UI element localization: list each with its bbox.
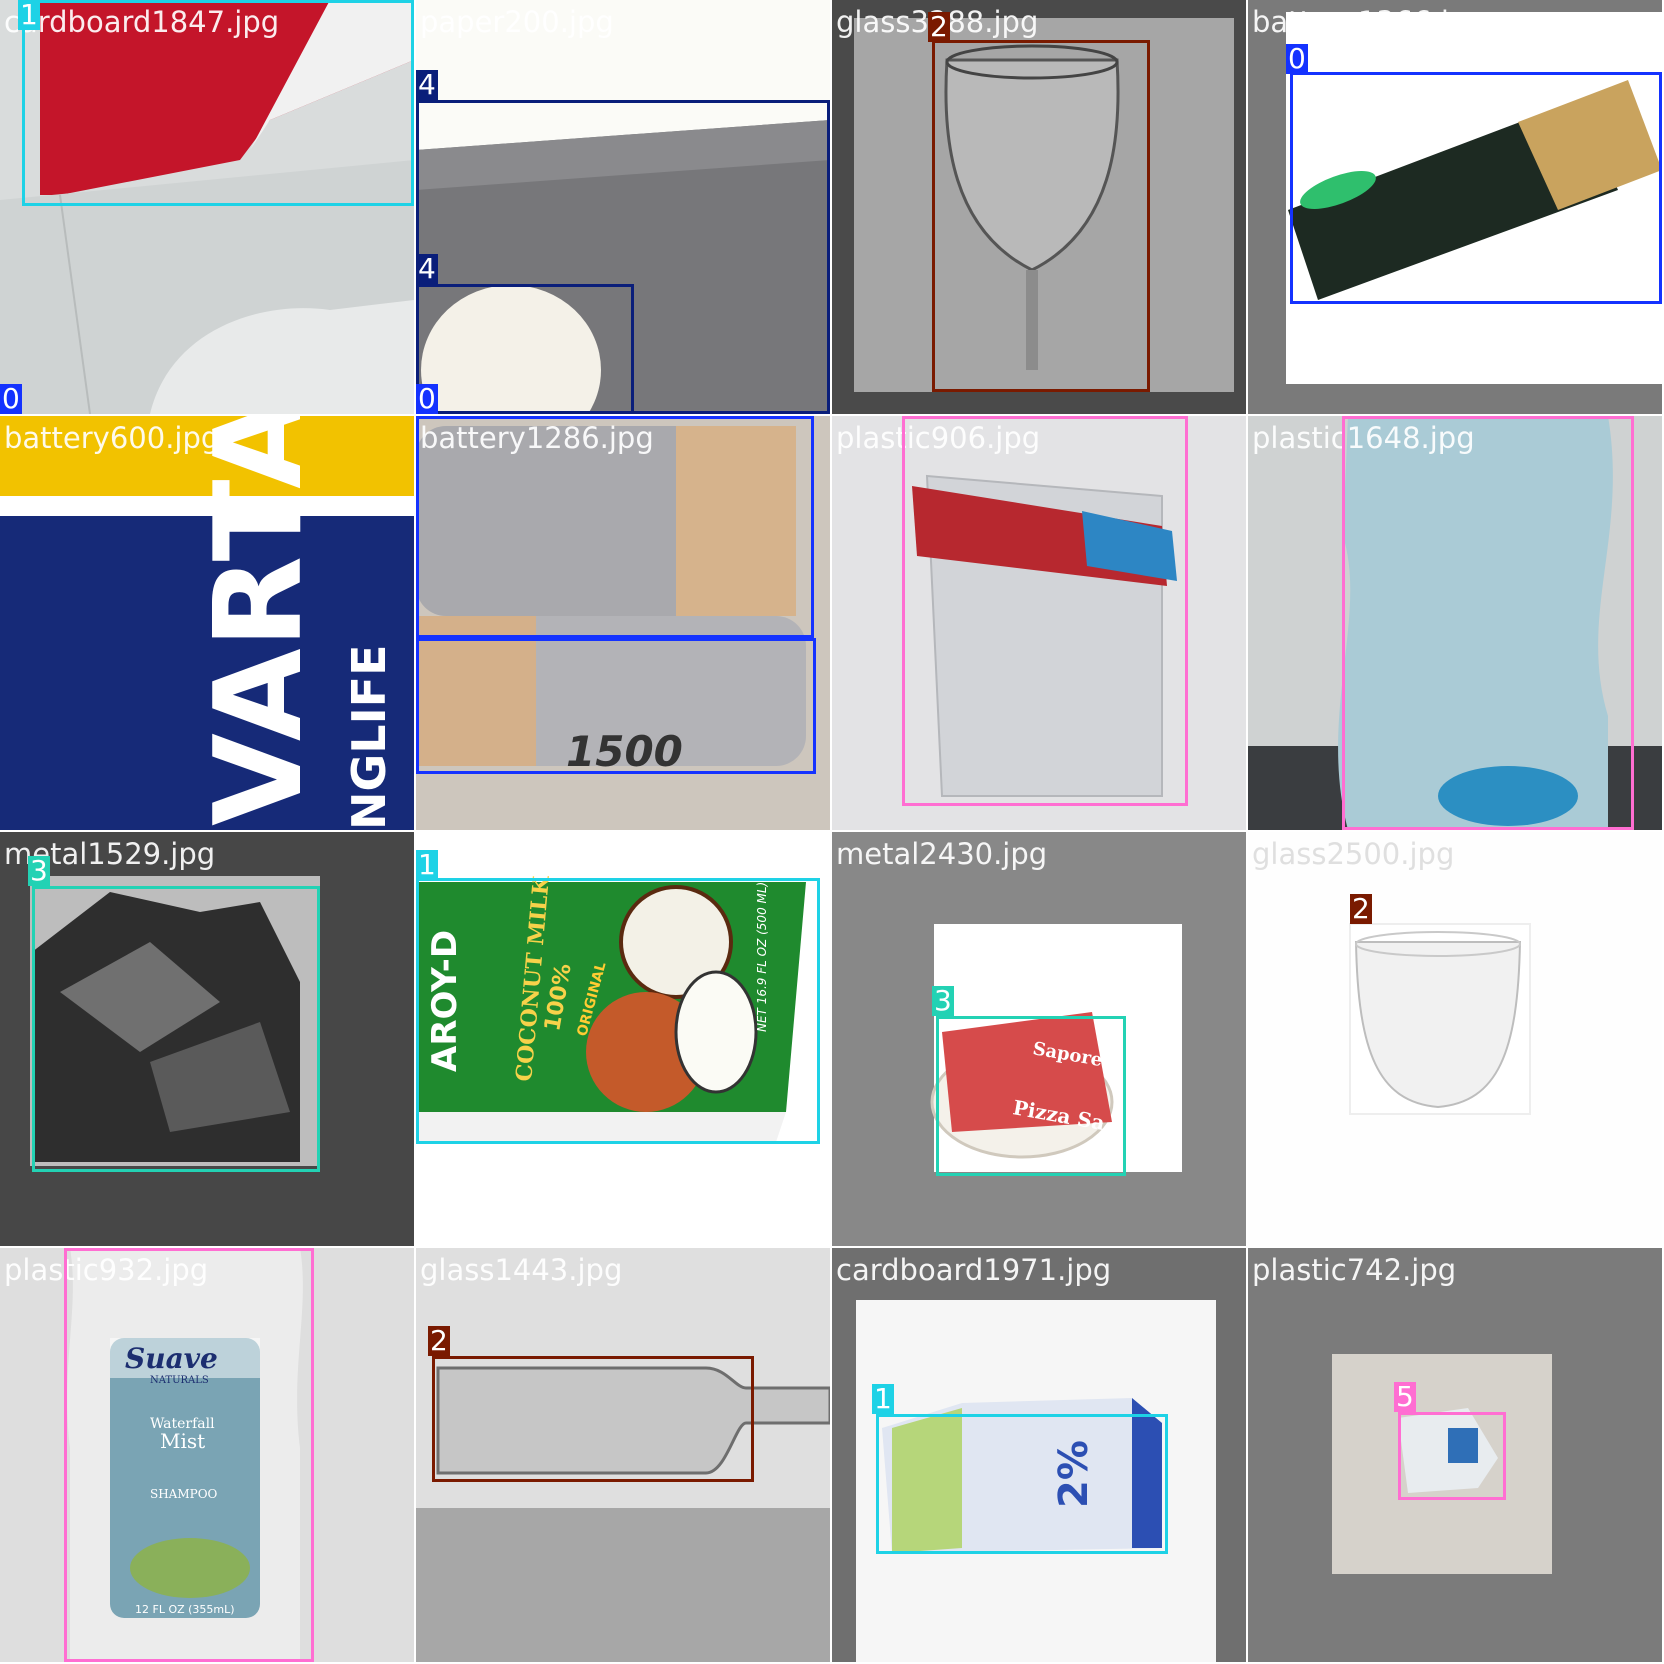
box-class-label: 2 (1350, 892, 1372, 925)
box-class-label: 0 (1286, 42, 1308, 75)
bounding-box (1342, 416, 1634, 830)
tile: glass3288.jpg 2 (832, 0, 1246, 414)
box-class-label: 0 (416, 382, 438, 414)
tile: Sapore Pizza Sa metal2430.jpg 3 (832, 832, 1246, 1246)
tile: cardboard1847.jpg 1 0 (0, 0, 414, 414)
tile: 2% cardboard1971.jpg 1 (832, 1248, 1246, 1662)
bounding-box (936, 1016, 1126, 1176)
photo-varta-package: VARTA NGLIFE (0, 416, 414, 830)
box-class-label: 4 (416, 68, 438, 101)
tile: plastic1648.jpg 5 (1248, 416, 1662, 830)
tile: plastic906.jpg 5 (832, 416, 1246, 830)
bounding-box (1398, 1412, 1506, 1500)
box-class-label: 5 (1394, 1380, 1416, 1413)
bounding-box (416, 878, 820, 1144)
bounding-box (416, 284, 634, 414)
box-class-label: 4 (416, 252, 438, 285)
tile: AROY-D COCONUT MILK 100% ORIGINAL NET 16… (416, 832, 830, 1246)
box-class-label: 2 (428, 1324, 450, 1357)
bounding-box (416, 638, 816, 774)
bounding-box (22, 0, 414, 206)
box-class-label: 3 (28, 854, 50, 887)
tile: paper200.jpg 4 4 0 (416, 0, 830, 414)
bounding-box (1290, 72, 1662, 304)
bounding-box (432, 1356, 754, 1482)
box-class-label: 1 (416, 848, 438, 881)
bounding-box (416, 416, 814, 638)
tile: plastic742.jpg 5 (1248, 1248, 1662, 1662)
tile: battery1366.jpg 0 (1248, 0, 1662, 414)
box-class-label: 0 (0, 382, 22, 414)
tile: glass2500.jpg 2 (1248, 832, 1662, 1246)
package-line-text: NGLIFE (342, 644, 396, 830)
bounding-box (902, 416, 1188, 806)
tile: glass1443.jpg 2 (416, 1248, 830, 1662)
bounding-box (1350, 924, 1530, 1114)
package-brand-text: VARTA (190, 416, 329, 826)
bounding-box (32, 886, 320, 1172)
image-mosaic: cardboard1847.jpg 1 0 paper200.jpg 4 4 0 (0, 0, 1664, 1664)
tile: Suave NATURALS Waterfall Mist SHAMPOO 12… (0, 1248, 414, 1662)
bounding-box (932, 40, 1150, 392)
tile: 1500 battery1286.jpg (416, 416, 830, 830)
tile: metal1529.jpg 3 (0, 832, 414, 1246)
box-class-label: 1 (18, 0, 40, 31)
bounding-box (876, 1414, 1168, 1554)
box-class-label: 1 (872, 1382, 894, 1415)
tile: VARTA NGLIFE battery600.jpg (0, 416, 414, 830)
box-class-label: 2 (928, 10, 950, 43)
bounding-box (64, 1248, 314, 1662)
box-class-label: 3 (932, 984, 954, 1017)
